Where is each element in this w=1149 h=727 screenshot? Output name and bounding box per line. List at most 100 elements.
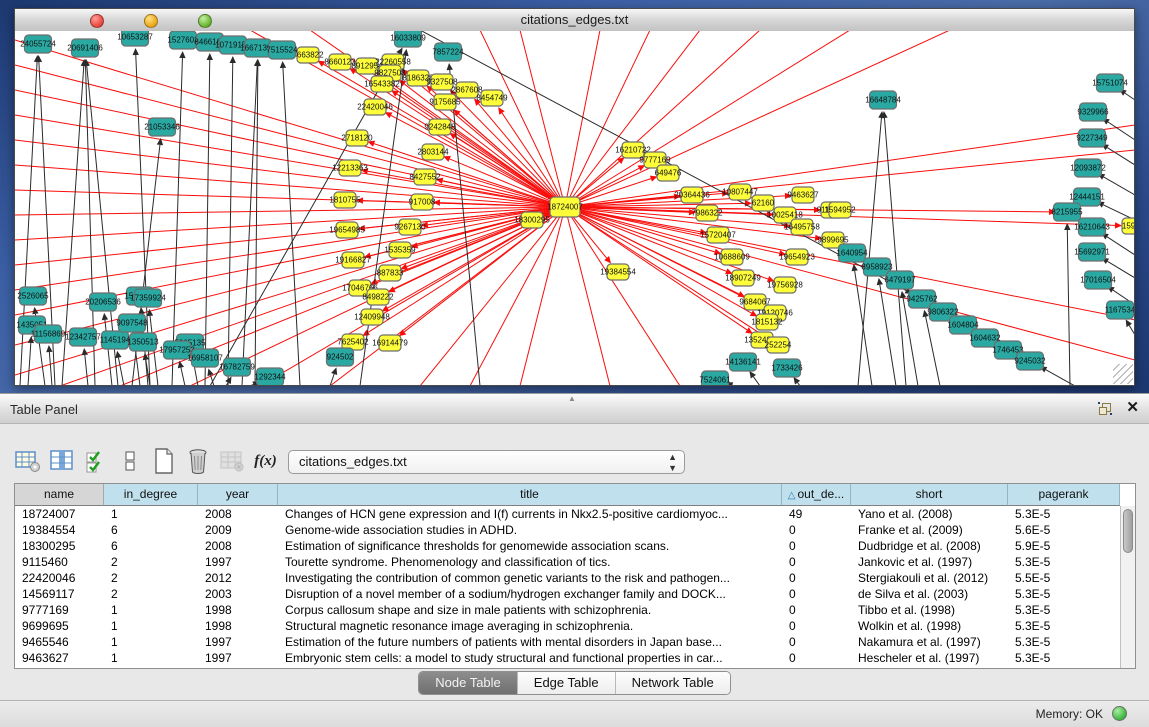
create-table-icon[interactable]: [150, 448, 177, 475]
graph-node[interactable]: 1733426: [771, 359, 803, 377]
graph-node[interactable]: 1640954: [836, 244, 868, 262]
graph-node[interactable]: 252254: [765, 337, 792, 353]
close-window-icon[interactable]: [90, 14, 104, 28]
graph-node[interactable]: 16210643: [1074, 218, 1110, 236]
table-row[interactable]: 1938455462009Genome-wide association stu…: [15, 522, 1120, 538]
graph-node[interactable]: 7986322: [691, 205, 723, 221]
window-titlebar[interactable]: citations_edges.txt: [15, 9, 1134, 32]
graph-node[interactable]: 24055724: [20, 35, 56, 53]
column-header-indegree[interactable]: in_degree: [104, 484, 198, 506]
table-row[interactable]: 977716911998Corpus callosum shape and si…: [15, 602, 1120, 618]
row-height-icon[interactable]: [116, 448, 143, 475]
column-header-outde[interactable]: △out_de...: [782, 484, 851, 506]
column-header-name[interactable]: name: [15, 484, 104, 506]
table-row[interactable]: 1456911722003Disruption of a novel membe…: [15, 586, 1120, 602]
graph-node[interactable]: 12093872: [1070, 159, 1106, 177]
table-row[interactable]: 911546021997Tourette syndrome. Phenomeno…: [15, 554, 1120, 570]
column-header-title[interactable]: title: [278, 484, 782, 506]
graph-node[interactable]: 9245032: [1014, 352, 1046, 370]
graph-node[interactable]: 17016504: [1080, 271, 1116, 289]
graph-node[interactable]: 6479197: [884, 271, 916, 289]
table-row[interactable]: 946554611997Estimation of the future num…: [15, 634, 1120, 650]
table-scrollbar[interactable]: [1120, 506, 1135, 668]
graph-node[interactable]: 12409948: [354, 309, 390, 325]
graph-node[interactable]: 19384554: [600, 264, 636, 280]
table-row[interactable]: 1830029562008Estimation of significance …: [15, 538, 1120, 554]
graph-node[interactable]: 924502: [327, 348, 354, 366]
table-row[interactable]: 969969511998Structural magnetic resonanc…: [15, 618, 1120, 634]
show-columns-icon[interactable]: [48, 448, 75, 475]
graph-node[interactable]: 15720407: [700, 227, 736, 243]
graph-node[interactable]: 17359924: [130, 289, 166, 307]
graph-node[interactable]: 8427552: [409, 169, 441, 185]
graph-node[interactable]: 20206536: [85, 293, 121, 311]
table-row[interactable]: 2242004622012Investigating the contribut…: [15, 570, 1120, 586]
graph-node[interactable]: 10688609: [714, 249, 750, 265]
graph-node[interactable]: 20691406: [67, 39, 103, 57]
graph-node[interactable]: 8215955: [1051, 203, 1083, 221]
graph-node[interactable]: 2718120: [341, 130, 373, 146]
graph-node[interactable]: 7857224: [432, 43, 464, 61]
graph-node[interactable]: 15751074: [1092, 74, 1128, 92]
graph-node[interactable]: 1292344: [254, 368, 286, 385]
graph-node[interactable]: 16782759: [219, 358, 255, 376]
table-select-dropdown[interactable]: citations_edges.txt ▲▼: [288, 450, 685, 474]
graph-node[interactable]: 1535359: [384, 242, 416, 258]
graph-node[interactable]: 1145194: [100, 331, 131, 349]
graph-node[interactable]: 1350513: [127, 333, 159, 351]
graph-node[interactable]: 1594952: [824, 202, 856, 218]
graph-node[interactable]: 10653287: [117, 31, 153, 46]
graph-node[interactable]: 9097548: [116, 314, 148, 332]
tab-node-table[interactable]: Node Table: [419, 672, 518, 694]
graph-node[interactable]: 649476: [655, 165, 682, 181]
graph-node[interactable]: 2526065: [17, 287, 49, 305]
graph-node[interactable]: 887833: [377, 265, 404, 281]
select-all-columns-icon[interactable]: [82, 448, 109, 475]
column-header-year[interactable]: year: [198, 484, 278, 506]
graph-node[interactable]: 11156869: [31, 325, 66, 343]
graph-node[interactable]: 19166827: [335, 252, 371, 268]
close-panel-icon[interactable]: ✕: [1126, 399, 1139, 417]
graph-node[interactable]: 1167534: [1105, 301, 1134, 319]
graph-node[interactable]: 1810755: [329, 192, 361, 208]
tab-network-table[interactable]: Network Table: [616, 672, 730, 694]
graph-node[interactable]: 19654923: [779, 249, 815, 265]
graph-node[interactable]: 16033809: [390, 31, 426, 47]
graph-node[interactable]: 9267130: [394, 219, 426, 235]
graph-node[interactable]: 917008: [409, 194, 436, 210]
column-header-short[interactable]: short: [851, 484, 1008, 506]
graph-node[interactable]: 12342757: [65, 328, 101, 346]
delete-column-disabled-icon[interactable]: [218, 448, 245, 475]
graph-node[interactable]: 62160: [752, 195, 775, 211]
graph-node[interactable]: 8454749: [476, 90, 508, 106]
window-resize-grip[interactable]: [1113, 364, 1133, 384]
network-canvas[interactable]: 1872400776638228660123891295422260558982…: [15, 31, 1134, 385]
delete-table-icon[interactable]: [184, 448, 211, 475]
splitter-handle-icon[interactable]: ▲: [566, 395, 578, 402]
table-scrollbar-thumb[interactable]: [1123, 509, 1133, 553]
graph-node[interactable]: 15692971: [1074, 243, 1110, 261]
graph-node[interactable]: 7524061: [699, 371, 731, 385]
float-panel-icon[interactable]: [1097, 401, 1113, 417]
graph-node[interactable]: 15958: [1122, 218, 1134, 234]
graph-node[interactable]: 16958107: [187, 349, 223, 367]
graph-node[interactable]: 9329966: [1077, 103, 1109, 121]
graph-node[interactable]: 9227349: [1076, 129, 1108, 147]
minimize-window-icon[interactable]: [144, 14, 158, 28]
graph-node[interactable]: 9463627: [787, 187, 819, 203]
column-header-pagerank[interactable]: pagerank: [1008, 484, 1120, 506]
tab-edge-table[interactable]: Edge Table: [518, 672, 616, 694]
graph-node[interactable]: 14136141: [725, 353, 761, 371]
table-row[interactable]: 1872400712008Changes of HCN gene express…: [15, 506, 1120, 522]
graph-node[interactable]: 2803144: [417, 144, 449, 160]
graph-node[interactable]: 18724007: [547, 197, 583, 217]
graph-node[interactable]: 16914479: [372, 335, 408, 351]
graph-node[interactable]: 9242848: [424, 119, 456, 135]
graph-node[interactable]: 16648784: [865, 91, 901, 109]
graph-node[interactable]: 19654985: [329, 222, 365, 238]
function-builder-icon[interactable]: f(x): [252, 448, 279, 475]
graph-node[interactable]: 20364436: [674, 187, 710, 203]
zoom-window-icon[interactable]: [198, 14, 212, 28]
table-settings-icon[interactable]: [14, 448, 41, 475]
graph-node[interactable]: 7515524: [266, 41, 298, 59]
